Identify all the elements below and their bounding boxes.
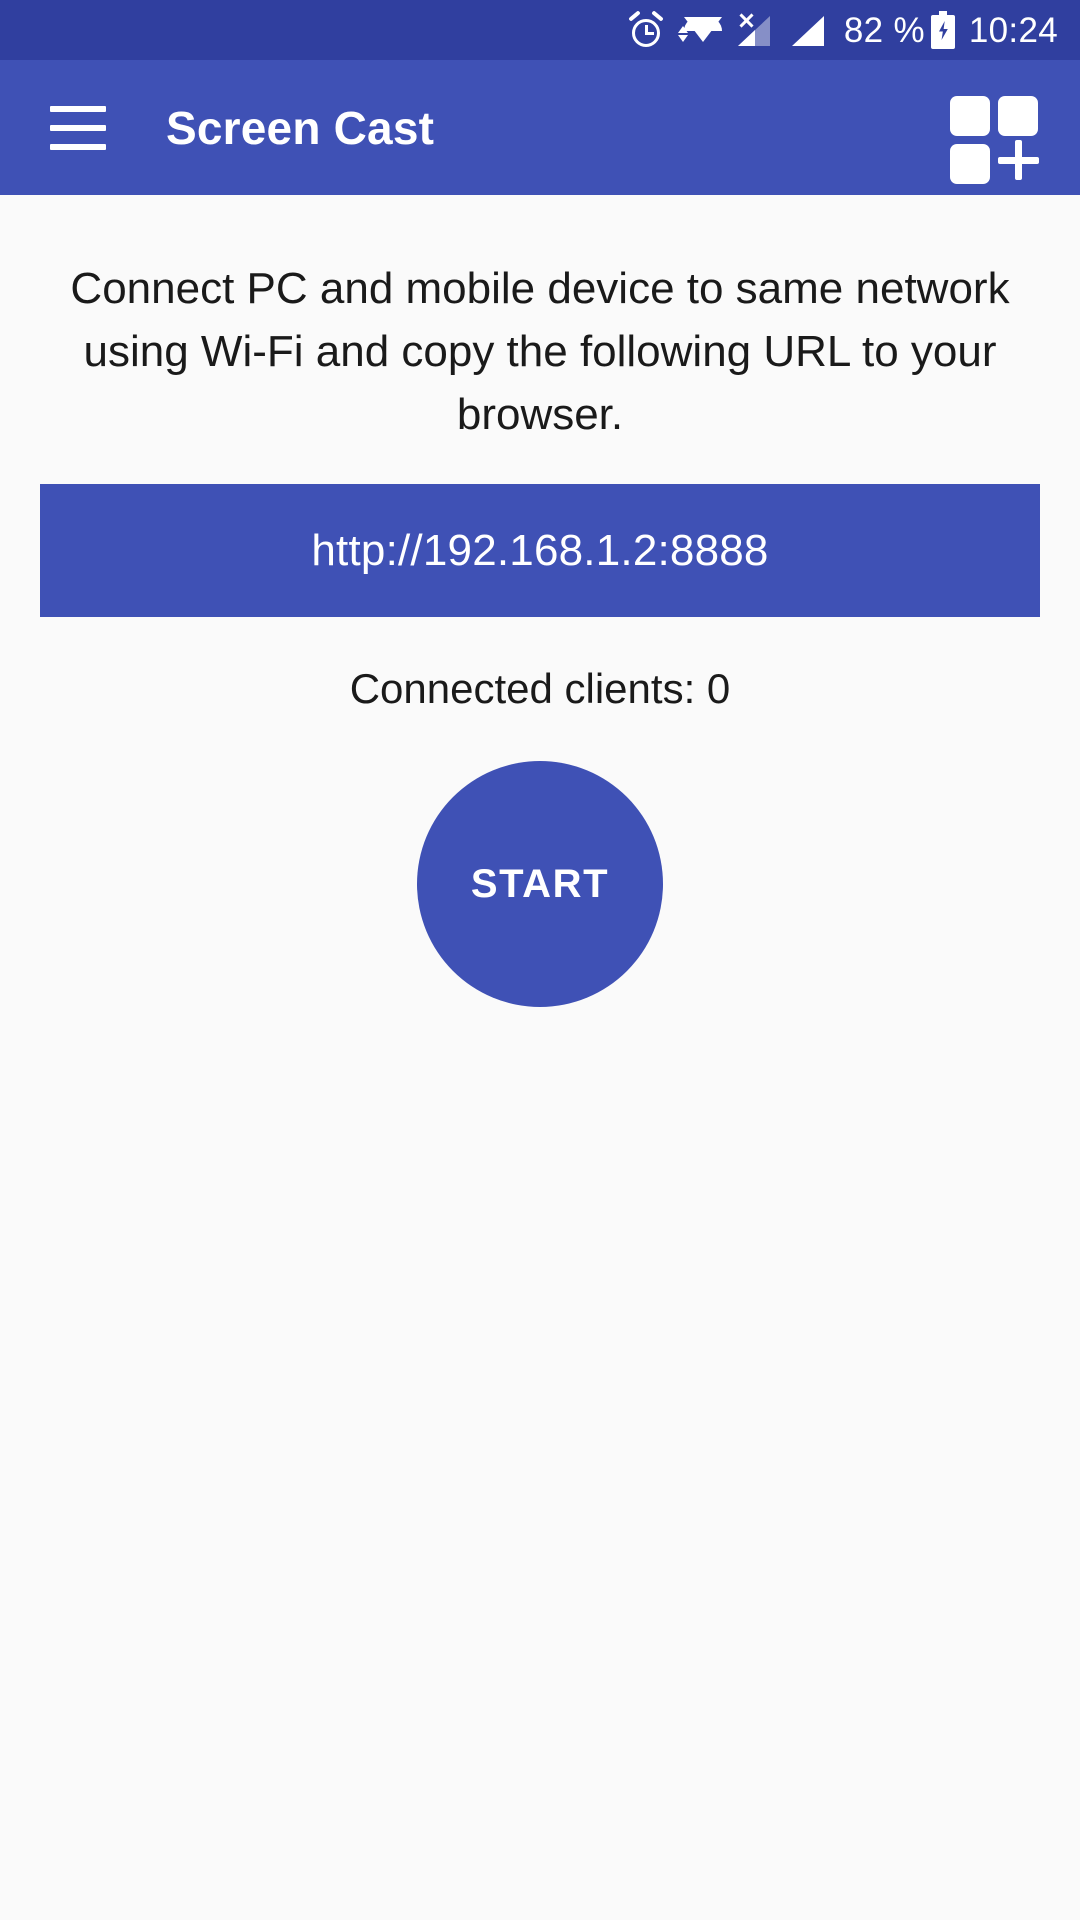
signal-no-service-icon: [736, 12, 776, 48]
instruction-text: Connect PC and mobile device to same net…: [70, 264, 1010, 439]
clock-time-label: 10:24: [969, 13, 1058, 48]
url-text: http://192.168.1.2:8888: [311, 525, 769, 575]
app-bar: Screen Cast: [0, 60, 1080, 195]
hamburger-menu-icon[interactable]: [50, 105, 106, 150]
clock-time-text: 10:24: [968, 10, 1058, 50]
start-button-label: START: [470, 861, 610, 906]
battery-percent-label: 82 %: [844, 13, 925, 48]
alarm-icon: [628, 10, 664, 48]
page-title: Screen Cast: [166, 101, 435, 154]
connected-clients-label: Connected clients: 0: [349, 665, 731, 712]
add-cast-device-icon[interactable]: [944, 90, 1050, 184]
main-content: Connect PC and mobile device to same net…: [0, 195, 1080, 1920]
wifi-icon: [677, 12, 722, 48]
signal-full-icon: [790, 12, 830, 48]
battery-percent-text: 82 %: [843, 10, 925, 50]
start-button[interactable]: START: [417, 761, 663, 1007]
url-banner[interactable]: http://192.168.1.2:8888: [40, 484, 1040, 617]
status-bar: 82 % 10:24: [0, 0, 1080, 60]
battery-charging-icon: [927, 11, 955, 49]
